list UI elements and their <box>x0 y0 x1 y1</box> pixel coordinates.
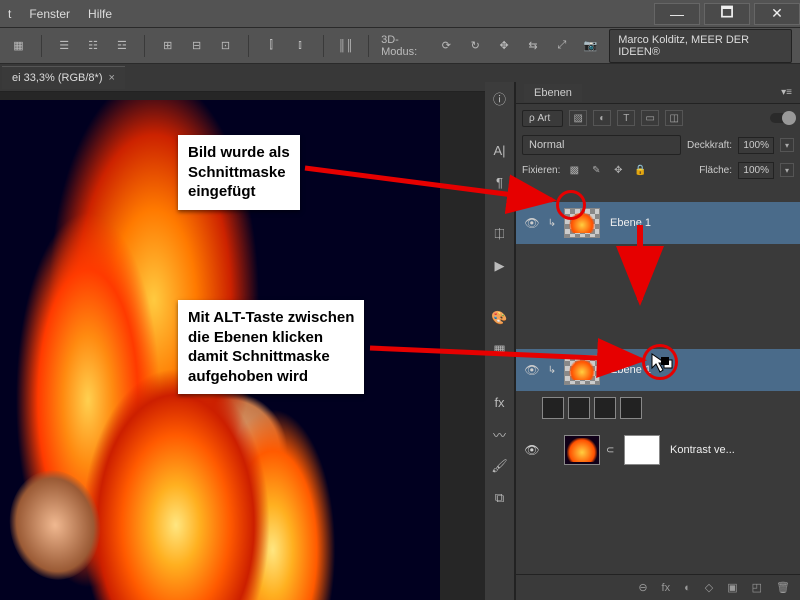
filter-type-icon[interactable]: T <box>617 110 635 126</box>
maximize-button[interactable]: 🗖 <box>704 3 750 25</box>
align-icon[interactable]: ☰ <box>54 34 75 58</box>
collapsed-panel-dock: ⓘ A| ¶ ⎅ ▶ 🎨 ▦ fx 〰 🖌 ⧉ <box>485 82 515 600</box>
mask-icon[interactable]: ◐ <box>684 582 691 594</box>
paragraph-icon[interactable]: ¶ <box>490 172 510 192</box>
lock-all-icon[interactable]: 🔒 <box>632 162 648 178</box>
menu-window[interactable]: Fenster <box>29 7 70 21</box>
layers-panel-footer: ⊖ fx ◐ ◇ ▣ ◰ 🗑 <box>516 574 800 600</box>
filter-shape-icon[interactable]: ▭ <box>641 110 659 126</box>
arrange-icon[interactable]: ⫿ <box>261 34 282 58</box>
trash-icon[interactable]: 🗑 <box>776 581 790 594</box>
misc-icon[interactable]: ║║ <box>335 34 356 58</box>
character-icon[interactable]: A| <box>490 140 510 160</box>
visibility-icon[interactable]: 👁 <box>524 442 540 458</box>
filter-adjust-icon[interactable]: ◐ <box>593 110 611 126</box>
fill-label: Fläche: <box>699 165 732 176</box>
menu-help[interactable]: Hilfe <box>88 7 112 21</box>
filter-toggle[interactable] <box>770 113 794 123</box>
titlebar: t Fenster Hilfe — 🗖 ✕ <box>0 0 800 28</box>
layer-thumbnail[interactable] <box>542 397 564 419</box>
layer-name[interactable]: Ebene 1 <box>610 217 651 229</box>
3d-slide-icon[interactable]: ⇆ <box>523 34 544 58</box>
fill-field[interactable]: 100% <box>738 162 774 179</box>
tool-preset-icon[interactable]: ▦ <box>8 34 29 58</box>
blend-mode-select[interactable]: Normal <box>522 135 681 155</box>
opacity-field[interactable]: 100% <box>738 137 774 154</box>
filter-pixel-icon[interactable]: ▧ <box>569 110 587 126</box>
arrange-icon[interactable]: ⫾ <box>290 34 311 58</box>
3d-camera-icon[interactable]: 📷 <box>580 34 601 58</box>
mask-thumbnail[interactable] <box>624 435 660 465</box>
annotation-box: Mit ALT-Taste zwischen die Ebenen klicke… <box>178 300 364 394</box>
layer-row[interactable]: 👁 ⊂ Kontrast ve... <box>516 429 800 471</box>
layers-tab[interactable]: Ebenen <box>524 84 582 102</box>
visibility-icon[interactable]: 👁 <box>524 362 540 378</box>
brush-icon[interactable]: 〰 <box>490 424 510 444</box>
menu-item[interactable]: t <box>8 7 11 21</box>
opacity-label: Deckkraft: <box>687 140 732 151</box>
distribute-icon[interactable]: ⊞ <box>157 34 178 58</box>
3d-roll-icon[interactable]: ↻ <box>465 34 486 58</box>
fx-icon[interactable]: fx <box>662 582 671 594</box>
link-icon: ⊂ <box>606 445 618 456</box>
info-icon[interactable]: ⓘ <box>490 88 510 108</box>
align-icon[interactable]: ☷ <box>83 34 104 58</box>
document-tab[interactable]: ei 33,3% (RGB/8*) × <box>2 66 125 89</box>
new-layer-icon[interactable]: ◰ <box>752 581 762 594</box>
lock-transparency-icon[interactable]: ▩ <box>566 162 582 178</box>
panel-icon[interactable]: ⎅ <box>490 224 510 244</box>
document-tab-title: ei 33,3% (RGB/8*) <box>12 72 102 84</box>
clip-mask-icon: ↳ <box>546 365 558 376</box>
annotation-box: Bild wurde als Schnittmaske eingefügt <box>178 135 300 210</box>
actions-icon[interactable]: ▶ <box>490 256 510 276</box>
cursor-clip-icon <box>650 352 674 379</box>
annotation-circle <box>556 190 586 220</box>
chevron-down-icon[interactable]: ▾ <box>780 163 794 177</box>
mode-3d-label: 3D-Modus: <box>381 34 428 58</box>
minimize-button[interactable]: — <box>654 3 700 25</box>
close-icon[interactable]: × <box>108 72 114 84</box>
fx-icon[interactable]: fx <box>490 392 510 412</box>
layer-filter-select[interactable]: ρ Art <box>522 110 563 127</box>
link-layers-icon[interactable]: ⊖ <box>638 581 647 594</box>
group-icon[interactable]: ▣ <box>727 581 737 594</box>
chevron-down-icon[interactable]: ▾ <box>780 138 794 152</box>
layer-row[interactable] <box>534 391 800 425</box>
distribute-icon[interactable]: ⊟ <box>186 34 207 58</box>
layers-panel: Ebenen ▾≡ ρ Art ▧ ◐ T ▭ ◫ Normal Deckkra… <box>515 82 800 600</box>
clip-mask-icon: ↳ <box>546 218 558 229</box>
layer-thumbnail[interactable] <box>594 397 616 419</box>
adjustment-icon[interactable]: ◇ <box>705 581 713 594</box>
clone-icon[interactable]: ⧉ <box>490 488 510 508</box>
layer-thumbnail[interactable] <box>568 397 590 419</box>
visibility-icon[interactable]: 👁 <box>524 215 540 231</box>
layer-name[interactable]: Kontrast ve... <box>670 444 735 456</box>
3d-pan-icon[interactable]: ✥ <box>494 34 515 58</box>
options-bar: ▦ ☰ ☷ ☲ ⊞ ⊟ ⊡ ⫿ ⫾ ║║ 3D-Modus: ⟳ ↻ ✥ ⇆ ⤢… <box>0 28 800 64</box>
layer-thumbnail[interactable] <box>620 397 642 419</box>
workspace-select[interactable]: Marco Kolditz, MEER DER IDEEN® <box>609 29 792 63</box>
styles-icon[interactable]: ▦ <box>490 340 510 360</box>
align-icon[interactable]: ☲ <box>112 34 133 58</box>
distribute-icon[interactable]: ⊡ <box>215 34 236 58</box>
layer-thumbnail[interactable] <box>564 435 600 465</box>
lock-label: Fixieren: <box>522 165 560 176</box>
lock-position-icon[interactable]: ✥ <box>610 162 626 178</box>
3d-scale-icon[interactable]: ⤢ <box>551 34 572 58</box>
lock-pixels-icon[interactable]: ✎ <box>588 162 604 178</box>
brush-preset-icon[interactable]: 🖌 <box>490 456 510 476</box>
close-button[interactable]: ✕ <box>754 3 800 25</box>
3d-orbit-icon[interactable]: ⟳ <box>436 34 457 58</box>
panel-menu-icon[interactable]: ▾≡ <box>781 87 792 98</box>
swatches-icon[interactable]: 🎨 <box>490 308 510 328</box>
layer-thumbnail[interactable] <box>564 355 600 385</box>
filter-smart-icon[interactable]: ◫ <box>665 110 683 126</box>
